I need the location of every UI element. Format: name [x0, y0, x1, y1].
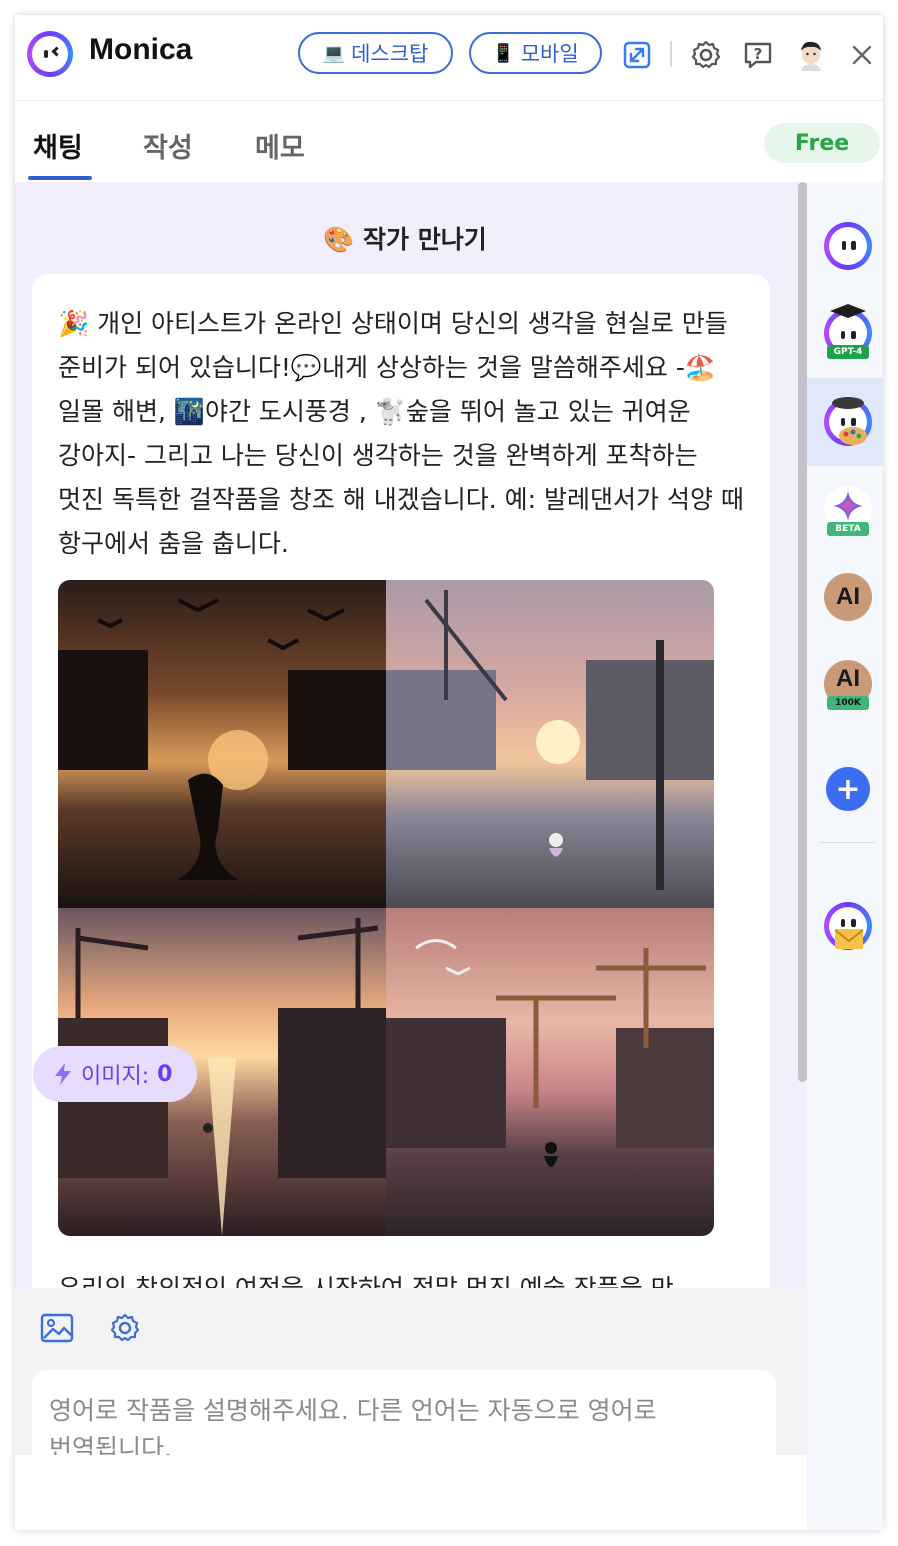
rail-bot-artist[interactable] [824, 397, 872, 446]
rail-bot-mail[interactable] [824, 902, 872, 950]
rail-bot-claude[interactable]: AI [824, 573, 872, 621]
chat-panel: 🎨 작가 만나기 🎉 개인 아티스트가 온라인 상태이며 당신의 생각을 현실로… [15, 182, 807, 1288]
mobile-label: 모바일 [520, 42, 579, 66]
prompt-placeholder: 영어로 작품을 설명해주세요. 다른 언어는 자동으로 영어로 번역됩니다. [49, 1396, 657, 1460]
gpt4-tag: GPT-4 [827, 345, 869, 359]
generated-image[interactable] [386, 908, 714, 1236]
mobile-button[interactable]: 📱 모바일 [469, 32, 602, 74]
desktop-label: 데스크탑 [351, 42, 429, 66]
bot-message-bubble: 🎉 개인 아티스트가 온라인 상태이며 당신의 생각을 현실로 만들 준비가 되… [32, 274, 770, 1288]
help-icon[interactable]: ? [740, 37, 776, 73]
rail-bot-gemini[interactable]: BETA [824, 486, 872, 536]
composer-bottom-area [15, 1455, 807, 1530]
bot-name: 🎨 작가 만나기 [323, 225, 487, 254]
generated-image[interactable] [386, 580, 714, 908]
tab-write[interactable]: 작성 [143, 126, 193, 165]
close-icon[interactable] [844, 37, 880, 73]
expand-icon[interactable] [619, 37, 655, 73]
avatar[interactable] [793, 37, 829, 73]
image-credits-badge[interactable]: 이미지: 0 [33, 1046, 197, 1102]
tab-chat[interactable]: 채팅 [33, 126, 83, 165]
100k-tag: 100K [827, 696, 869, 710]
chat-scrollbar[interactable] [795, 182, 807, 1288]
bot-rail: GPT-4 BETA AI AI 100K + [807, 182, 883, 1530]
laptop-icon: 💻 [322, 42, 346, 64]
header: Monica 💻 데스크탑 📱 모바일 ? [15, 15, 883, 101]
bot-message-text: 🎉 개인 아티스트가 온라인 상태이며 당신의 생각을 현실로 만들 준비가 되… [58, 309, 744, 558]
credits-value: 0 [157, 1061, 173, 1087]
plan-badge[interactable]: Free [764, 123, 880, 163]
active-tab-indicator [28, 176, 92, 180]
monica-logo-icon [27, 31, 73, 77]
app-title: Monica [89, 33, 193, 66]
monica-sidebar-window: Monica 💻 데스크탑 📱 모바일 ? 채팅 작성 메모 Free 🎨 작가… [15, 15, 883, 1530]
svg-text:?: ? [754, 45, 763, 63]
gear-icon[interactable] [688, 37, 724, 73]
scroll-thumb[interactable] [798, 182, 807, 1082]
settings-icon[interactable] [105, 1308, 145, 1348]
rail-bot-monica[interactable] [824, 222, 872, 270]
bot-message-text-2: 우리의 창의적인 여정을 시작하여 정말 멋진 예술 작품을 만 [58, 1267, 758, 1288]
prompt-input[interactable]: 영어로 작품을 설명해주세요. 다른 언어는 자동으로 영어로 번역됩니다. [32, 1370, 776, 1460]
add-bot-button[interactable]: + [826, 767, 870, 811]
generated-image[interactable] [58, 580, 386, 908]
rail-bot-gpt4[interactable]: GPT-4 [824, 304, 872, 359]
header-divider [670, 41, 672, 67]
desktop-button[interactable]: 💻 데스크탑 [298, 32, 453, 74]
claude-100k-logo: AI [836, 665, 860, 692]
claude-logo: AI [836, 583, 860, 610]
credits-label: 이미지: [81, 1064, 150, 1089]
phone-icon: 📱 [492, 42, 515, 64]
tab-bar: 채팅 작성 메모 Free [15, 102, 883, 182]
rail-separator [819, 842, 875, 843]
plus-icon: + [835, 771, 861, 807]
tab-memo[interactable]: 메모 [255, 126, 305, 165]
beta-tag: BETA [827, 522, 869, 536]
lightning-icon [55, 1063, 71, 1085]
generated-image-grid[interactable] [58, 580, 714, 1236]
rail-bot-claude-100k[interactable]: AI 100K [824, 660, 872, 710]
image-upload-icon[interactable] [37, 1308, 77, 1348]
